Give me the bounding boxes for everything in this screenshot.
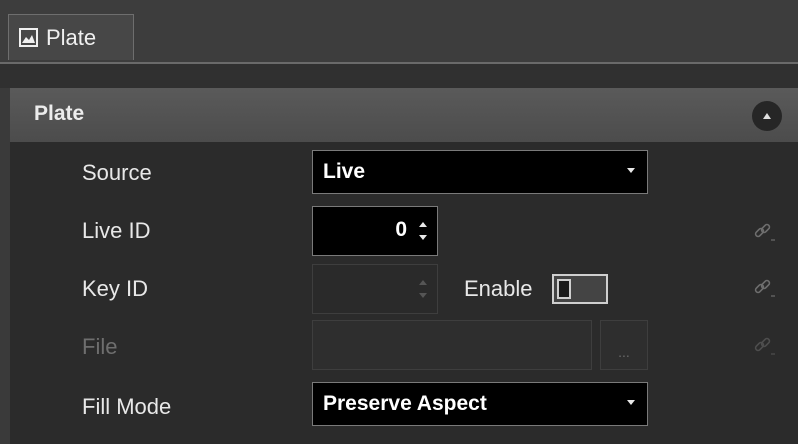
file-label: File xyxy=(82,334,118,359)
live-id-label: Live ID xyxy=(82,218,151,243)
tab-divider xyxy=(0,64,798,88)
tab-plate[interactable]: Plate xyxy=(8,14,134,60)
live-id-stepper[interactable]: 0 xyxy=(312,206,438,256)
key-id-label: Key ID xyxy=(82,276,149,301)
chevron-up-icon xyxy=(763,113,771,119)
image-icon xyxy=(19,28,38,47)
section-title: Plate xyxy=(34,102,85,125)
key-id-stepper[interactable] xyxy=(312,264,438,314)
tab-bar: Plate xyxy=(0,0,798,64)
browse-button[interactable]: ... xyxy=(600,320,648,370)
enable-toggle[interactable] xyxy=(552,274,608,304)
decrement-icon[interactable] xyxy=(419,235,427,240)
toggle-knob xyxy=(557,279,571,299)
collapse-button[interactable] xyxy=(752,101,782,131)
fill-mode-value: Preserve Aspect xyxy=(323,392,487,415)
live-id-value: 0 xyxy=(395,218,407,241)
chevron-down-icon xyxy=(627,168,635,173)
link-icon[interactable] xyxy=(752,335,778,357)
link-icon[interactable] xyxy=(752,277,778,299)
decrement-icon[interactable] xyxy=(419,293,427,298)
increment-icon[interactable] xyxy=(419,280,427,285)
tab-label: Plate xyxy=(46,24,97,50)
increment-icon[interactable] xyxy=(419,222,427,227)
fill-mode-dropdown[interactable]: Preserve Aspect xyxy=(312,382,648,426)
browse-label: ... xyxy=(618,344,630,360)
section-header[interactable]: Plate xyxy=(10,88,798,142)
fill-mode-label: Fill Mode xyxy=(82,394,172,419)
enable-label: Enable xyxy=(464,276,533,301)
property-panel: Plate Source Live Live ID 0 Key ID Enabl… xyxy=(10,88,798,444)
source-value: Live xyxy=(323,160,366,183)
chevron-down-icon xyxy=(627,400,635,405)
source-dropdown[interactable]: Live xyxy=(312,150,648,194)
file-path-field[interactable] xyxy=(312,320,592,370)
source-label: Source xyxy=(82,160,152,185)
link-icon[interactable] xyxy=(752,221,778,243)
